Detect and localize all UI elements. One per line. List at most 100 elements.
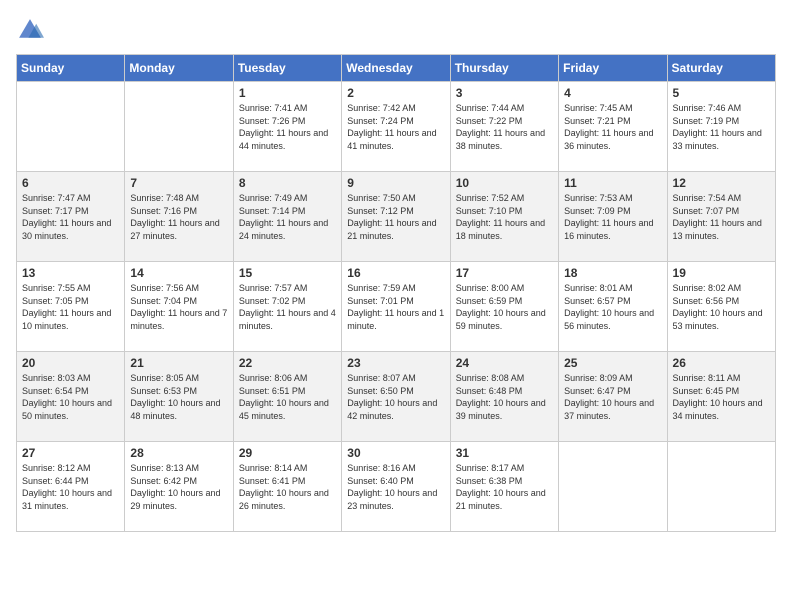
day-detail: Sunrise: 7:50 AM Sunset: 7:12 PM Dayligh…: [347, 192, 444, 242]
calendar-day-cell: 23 Sunrise: 8:07 AM Sunset: 6:50 PM Dayli…: [342, 352, 450, 442]
day-detail: Sunrise: 8:16 AM Sunset: 6:40 PM Dayligh…: [347, 462, 444, 512]
day-detail: Sunrise: 8:13 AM Sunset: 6:42 PM Dayligh…: [130, 462, 227, 512]
day-detail: Sunrise: 7:47 AM Sunset: 7:17 PM Dayligh…: [22, 192, 119, 242]
day-number: 28: [130, 446, 227, 460]
calendar-week-row: 27 Sunrise: 8:12 AM Sunset: 6:44 PM Dayli…: [17, 442, 776, 532]
header-day: Friday: [559, 55, 667, 82]
calendar-day-cell: 21 Sunrise: 8:05 AM Sunset: 6:53 PM Dayli…: [125, 352, 233, 442]
day-detail: Sunrise: 8:07 AM Sunset: 6:50 PM Dayligh…: [347, 372, 444, 422]
calendar-day-cell: 12Sunrise: 7:54 AM Sunset: 7:07 PM Dayli…: [667, 172, 775, 262]
calendar-day-cell: 28 Sunrise: 8:13 AM Sunset: 6:42 PM Dayli…: [125, 442, 233, 532]
calendar-day-cell: 16 Sunrise: 7:59 AM Sunset: 7:01 PM Dayli…: [342, 262, 450, 352]
day-detail: Sunrise: 7:41 AM Sunset: 7:26 PM Dayligh…: [239, 102, 336, 152]
header-day: Monday: [125, 55, 233, 82]
day-number: 9: [347, 176, 444, 190]
day-number: 22: [239, 356, 336, 370]
calendar-week-row: 6 Sunrise: 7:47 AM Sunset: 7:17 PM Daylig…: [17, 172, 776, 262]
calendar-day-cell: 27 Sunrise: 8:12 AM Sunset: 6:44 PM Dayli…: [17, 442, 125, 532]
calendar-day-cell: 30 Sunrise: 8:16 AM Sunset: 6:40 PM Dayli…: [342, 442, 450, 532]
calendar-day-cell: 26 Sunrise: 8:11 AM Sunset: 6:45 PM Dayli…: [667, 352, 775, 442]
day-detail: Sunrise: 8:05 AM Sunset: 6:53 PM Dayligh…: [130, 372, 227, 422]
calendar-day-cell: 29Sunrise: 8:14 AM Sunset: 6:41 PM Dayli…: [233, 442, 341, 532]
calendar-day-cell: 6 Sunrise: 7:47 AM Sunset: 7:17 PM Daylig…: [17, 172, 125, 262]
day-number: 2: [347, 86, 444, 100]
day-detail: Sunrise: 8:09 AM Sunset: 6:47 PM Dayligh…: [564, 372, 661, 422]
calendar-day-cell: 8 Sunrise: 7:49 AM Sunset: 7:14 PM Daylig…: [233, 172, 341, 262]
calendar-week-row: 13 Sunrise: 7:55 AM Sunset: 7:05 PM Dayli…: [17, 262, 776, 352]
day-number: 4: [564, 86, 661, 100]
day-detail: Sunrise: 7:56 AM Sunset: 7:04 PM Dayligh…: [130, 282, 227, 332]
day-number: 6: [22, 176, 119, 190]
calendar-week-row: 20 Sunrise: 8:03 AM Sunset: 6:54 PM Dayli…: [17, 352, 776, 442]
day-number: 23: [347, 356, 444, 370]
calendar-day-cell: 20 Sunrise: 8:03 AM Sunset: 6:54 PM Dayli…: [17, 352, 125, 442]
day-number: 18: [564, 266, 661, 280]
calendar-day-cell: 3 Sunrise: 7:44 AM Sunset: 7:22 PM Daylig…: [450, 82, 558, 172]
day-detail: Sunrise: 7:42 AM Sunset: 7:24 PM Dayligh…: [347, 102, 444, 152]
header-day: Tuesday: [233, 55, 341, 82]
day-number: 19: [673, 266, 770, 280]
day-number: 15: [239, 266, 336, 280]
day-detail: Sunrise: 7:55 AM Sunset: 7:05 PM Dayligh…: [22, 282, 119, 332]
day-number: 24: [456, 356, 553, 370]
day-number: 16: [347, 266, 444, 280]
calendar-day-cell: [559, 442, 667, 532]
day-detail: Sunrise: 8:03 AM Sunset: 6:54 PM Dayligh…: [22, 372, 119, 422]
calendar-day-cell: 18 Sunrise: 8:01 AM Sunset: 6:57 PM Dayli…: [559, 262, 667, 352]
day-number: 5: [673, 86, 770, 100]
calendar-day-cell: [125, 82, 233, 172]
day-detail: Sunrise: 8:06 AM Sunset: 6:51 PM Dayligh…: [239, 372, 336, 422]
calendar-day-cell: 9 Sunrise: 7:50 AM Sunset: 7:12 PM Daylig…: [342, 172, 450, 262]
page-header: [16, 16, 776, 44]
calendar-day-cell: 10 Sunrise: 7:52 AM Sunset: 7:10 PM Dayli…: [450, 172, 558, 262]
day-number: 20: [22, 356, 119, 370]
day-detail: Sunrise: 7:54 AM Sunset: 7:07 PM Dayligh…: [673, 192, 770, 242]
day-detail: Sunrise: 7:48 AM Sunset: 7:16 PM Dayligh…: [130, 192, 227, 242]
logo-icon: [16, 16, 44, 44]
day-number: 26: [673, 356, 770, 370]
calendar-day-cell: 5 Sunrise: 7:46 AM Sunset: 7:19 PM Daylig…: [667, 82, 775, 172]
day-detail: Sunrise: 7:49 AM Sunset: 7:14 PM Dayligh…: [239, 192, 336, 242]
calendar-week-row: 1 Sunrise: 7:41 AM Sunset: 7:26 PM Daylig…: [17, 82, 776, 172]
day-detail: Sunrise: 8:00 AM Sunset: 6:59 PM Dayligh…: [456, 282, 553, 332]
day-number: 3: [456, 86, 553, 100]
day-number: 27: [22, 446, 119, 460]
day-number: 1: [239, 86, 336, 100]
calendar-table: SundayMondayTuesdayWednesdayThursdayFrid…: [16, 54, 776, 532]
day-detail: Sunrise: 7:45 AM Sunset: 7:21 PM Dayligh…: [564, 102, 661, 152]
day-number: 8: [239, 176, 336, 190]
day-detail: Sunrise: 8:11 AM Sunset: 6:45 PM Dayligh…: [673, 372, 770, 422]
day-number: 11: [564, 176, 661, 190]
day-detail: Sunrise: 7:59 AM Sunset: 7:01 PM Dayligh…: [347, 282, 444, 332]
calendar-day-cell: 15Sunrise: 7:57 AM Sunset: 7:02 PM Dayli…: [233, 262, 341, 352]
day-detail: Sunrise: 7:52 AM Sunset: 7:10 PM Dayligh…: [456, 192, 553, 242]
day-detail: Sunrise: 8:08 AM Sunset: 6:48 PM Dayligh…: [456, 372, 553, 422]
calendar-day-cell: [17, 82, 125, 172]
day-number: 25: [564, 356, 661, 370]
calendar-day-cell: 31Sunrise: 8:17 AM Sunset: 6:38 PM Dayli…: [450, 442, 558, 532]
day-detail: Sunrise: 8:02 AM Sunset: 6:56 PM Dayligh…: [673, 282, 770, 332]
calendar-day-cell: 17 Sunrise: 8:00 AM Sunset: 6:59 PM Dayli…: [450, 262, 558, 352]
header-row: SundayMondayTuesdayWednesdayThursdayFrid…: [17, 55, 776, 82]
day-number: 13: [22, 266, 119, 280]
header-day: Wednesday: [342, 55, 450, 82]
day-detail: Sunrise: 7:44 AM Sunset: 7:22 PM Dayligh…: [456, 102, 553, 152]
day-number: 17: [456, 266, 553, 280]
calendar-day-cell: 13 Sunrise: 7:55 AM Sunset: 7:05 PM Dayli…: [17, 262, 125, 352]
day-detail: Sunrise: 8:12 AM Sunset: 6:44 PM Dayligh…: [22, 462, 119, 512]
day-number: 21: [130, 356, 227, 370]
day-detail: Sunrise: 7:53 AM Sunset: 7:09 PM Dayligh…: [564, 192, 661, 242]
day-detail: Sunrise: 8:17 AM Sunset: 6:38 PM Dayligh…: [456, 462, 553, 512]
header-day: Sunday: [17, 55, 125, 82]
day-number: 7: [130, 176, 227, 190]
header-day: Saturday: [667, 55, 775, 82]
day-number: 10: [456, 176, 553, 190]
day-number: 14: [130, 266, 227, 280]
day-detail: Sunrise: 8:01 AM Sunset: 6:57 PM Dayligh…: [564, 282, 661, 332]
calendar-day-cell: 4 Sunrise: 7:45 AM Sunset: 7:21 PM Daylig…: [559, 82, 667, 172]
calendar-day-cell: 2 Sunrise: 7:42 AM Sunset: 7:24 PM Daylig…: [342, 82, 450, 172]
day-detail: Sunrise: 7:46 AM Sunset: 7:19 PM Dayligh…: [673, 102, 770, 152]
calendar-day-cell: 14 Sunrise: 7:56 AM Sunset: 7:04 PM Dayli…: [125, 262, 233, 352]
day-number: 30: [347, 446, 444, 460]
day-number: 29: [239, 446, 336, 460]
